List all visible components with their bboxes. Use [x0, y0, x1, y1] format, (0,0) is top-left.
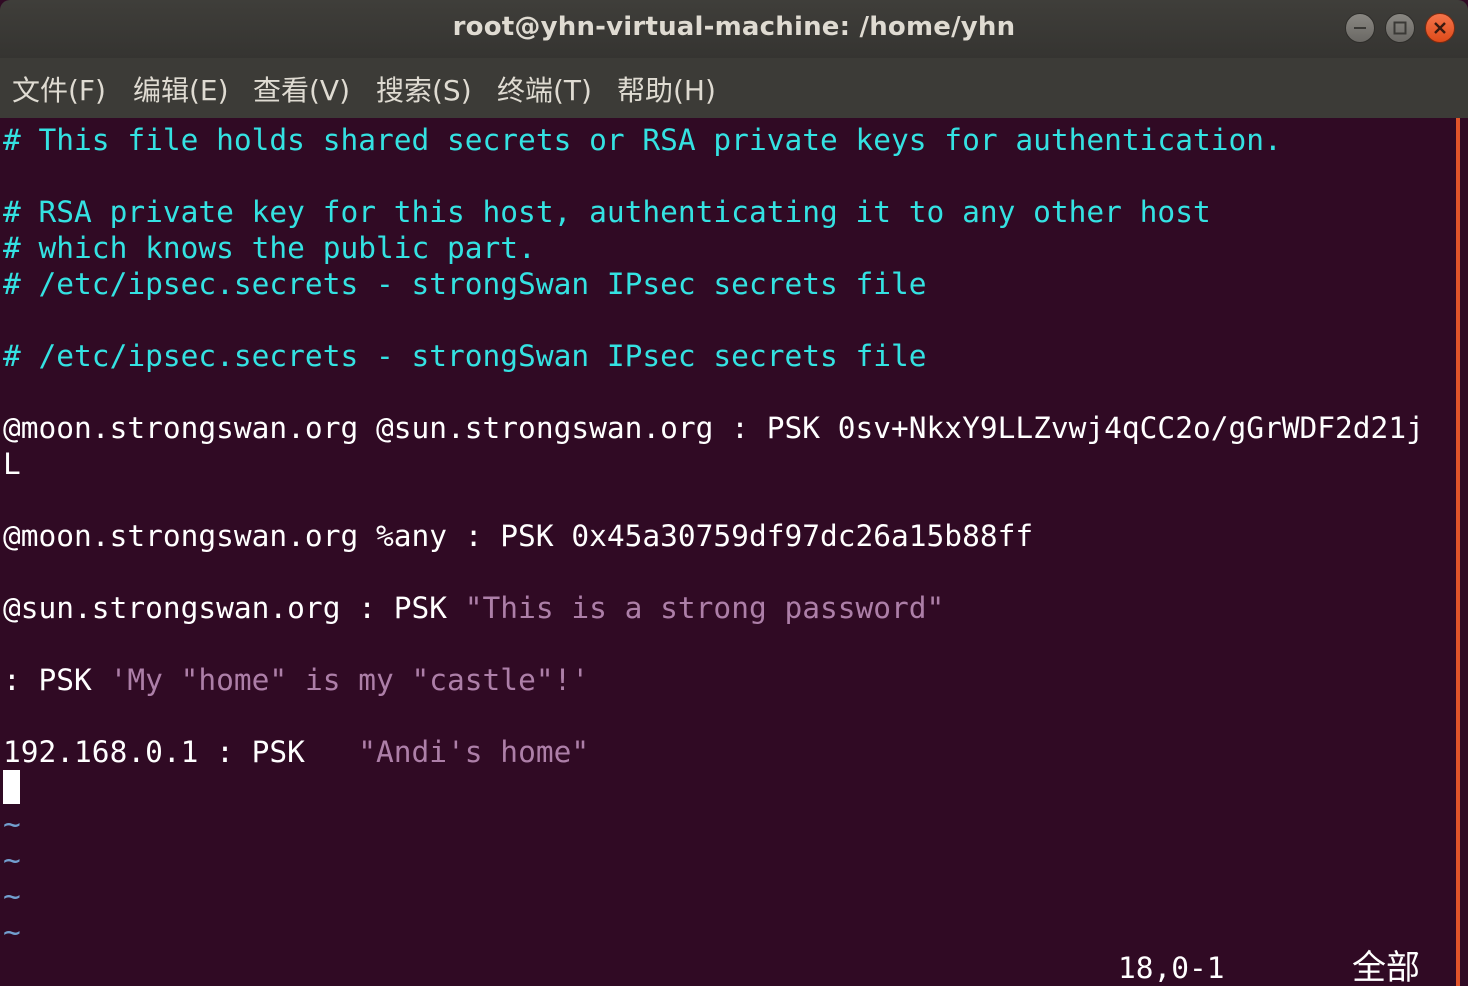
cursor-position: 18,0-1	[1118, 951, 1225, 985]
psk-selector: : PSK	[3, 663, 110, 697]
empty-line-marker: ~	[3, 879, 21, 913]
title-bar[interactable]: root@yhn-virtual-machine: /home/yhn	[0, 0, 1468, 58]
menu-bar: 文件(F) 编辑(E) 查看(V) 搜索(S) 终端(T) 帮助(H)	[0, 58, 1468, 118]
psk-string: "Andi's home"	[358, 735, 590, 769]
window-right-edge	[1456, 118, 1468, 986]
empty-line-marker: ~	[3, 807, 21, 841]
editor-line-13: @sun.strongswan.org : PSK "This is a str…	[3, 590, 944, 626]
maximize-icon	[1393, 21, 1407, 35]
minimize-button[interactable]	[1345, 13, 1375, 43]
psk-selector: 192.168.0.1 : PSK	[3, 735, 359, 769]
empty-line-marker: ~	[3, 915, 21, 949]
menu-view[interactable]: 查看(V)	[253, 74, 350, 108]
scroll-indicator: 全部	[1352, 948, 1420, 986]
editor-line-7: # /etc/ipsec.secrets - strongSwan IPsec …	[3, 339, 927, 373]
terminal-text-area[interactable]: # This file holds shared secrets or RSA …	[0, 118, 1456, 986]
menu-help[interactable]: 帮助(H)	[617, 74, 716, 108]
menu-edit[interactable]: 编辑(E)	[133, 74, 229, 108]
close-icon	[1434, 22, 1446, 34]
editor-line-4: # which knows the public part.	[3, 231, 536, 265]
window-title: root@yhn-virtual-machine: /home/yhn	[452, 12, 1016, 42]
menu-search[interactable]: 搜索(S)	[376, 74, 472, 108]
psk-selector: @sun.strongswan.org : PSK	[3, 591, 465, 625]
maximize-button[interactable]	[1385, 13, 1415, 43]
editor-line-15: : PSK 'My "home" is my "castle"!'	[3, 662, 589, 698]
psk-string: "This is a strong password"	[464, 591, 945, 625]
editor-line-17: 192.168.0.1 : PSK "Andi's home"	[3, 734, 589, 770]
editor-line-9: @moon.strongswan.org @sun.strongswan.org…	[3, 411, 1424, 445]
minimize-icon	[1354, 27, 1366, 29]
terminal-window: root@yhn-virtual-machine: /home/yhn 文件(F…	[0, 0, 1468, 986]
empty-line-marker: ~	[3, 843, 21, 877]
menu-terminal[interactable]: 终端(T)	[497, 74, 592, 108]
psk-string: 'My "home" is my "castle"!'	[109, 663, 590, 697]
editor-line-1: # This file holds shared secrets or RSA …	[3, 123, 1282, 157]
editor-line-5: # /etc/ipsec.secrets - strongSwan IPsec …	[3, 267, 927, 301]
menu-file[interactable]: 文件(F)	[12, 74, 106, 108]
close-button[interactable]	[1425, 13, 1455, 43]
editor-line-3: # RSA private key for this host, authent…	[3, 195, 1211, 229]
editor-line-9-wrap: L	[3, 447, 21, 481]
editor-line-11: @moon.strongswan.org %any : PSK 0x45a307…	[3, 519, 1034, 553]
text-cursor	[3, 770, 20, 804]
